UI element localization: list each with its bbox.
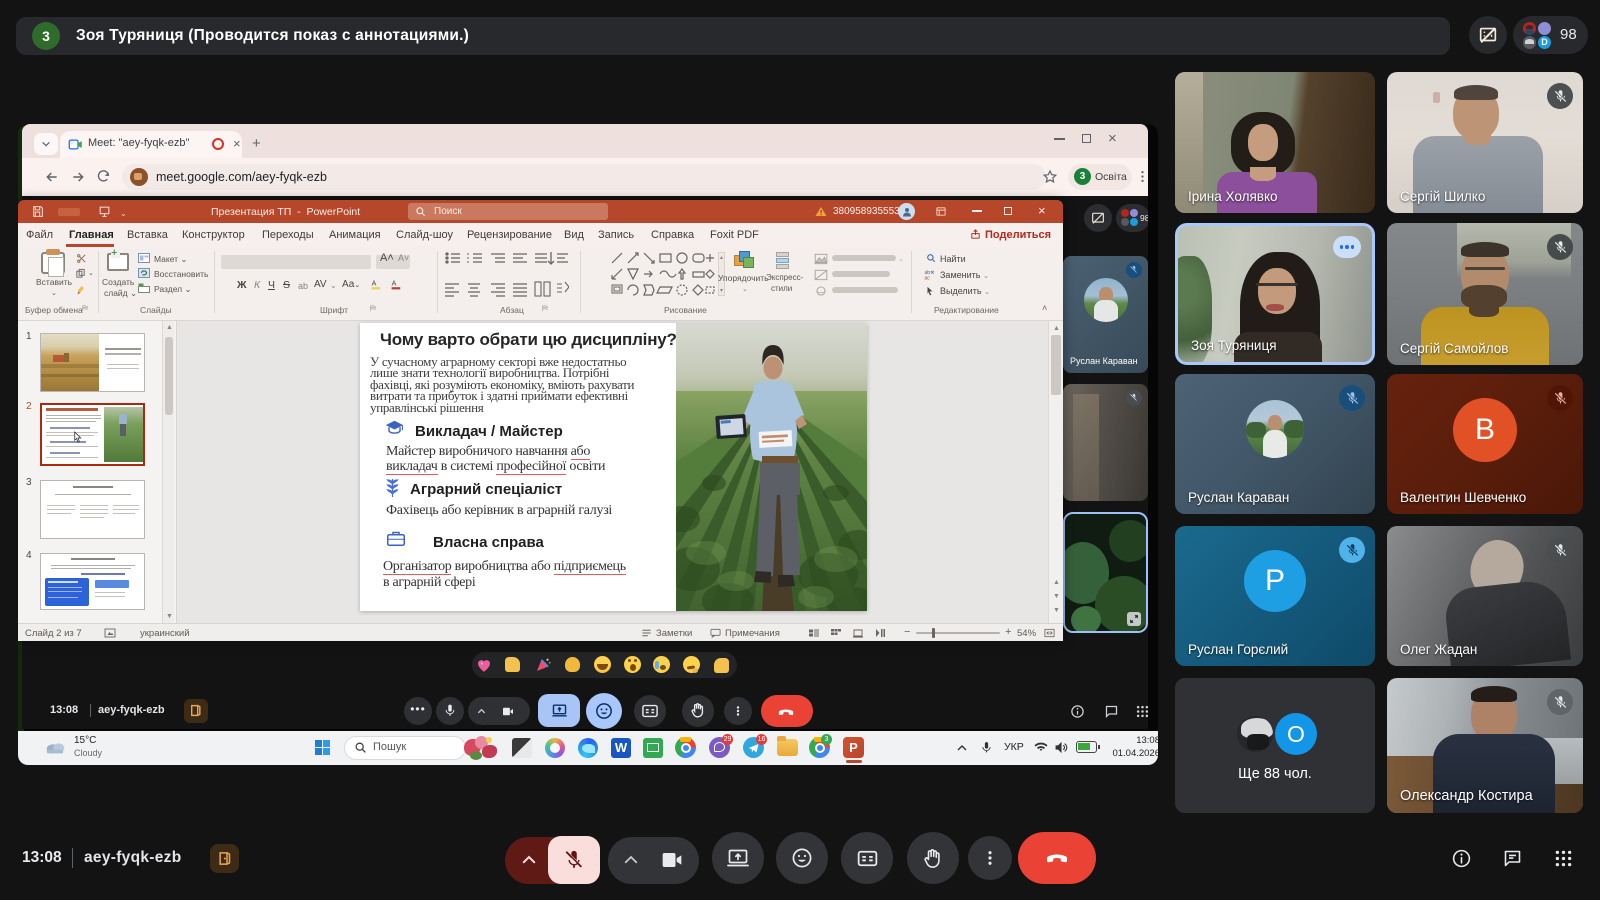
svg-text:ac: ac — [925, 276, 931, 280]
svg-text:A: A — [392, 281, 397, 288]
svg-text:A: A — [372, 281, 377, 288]
